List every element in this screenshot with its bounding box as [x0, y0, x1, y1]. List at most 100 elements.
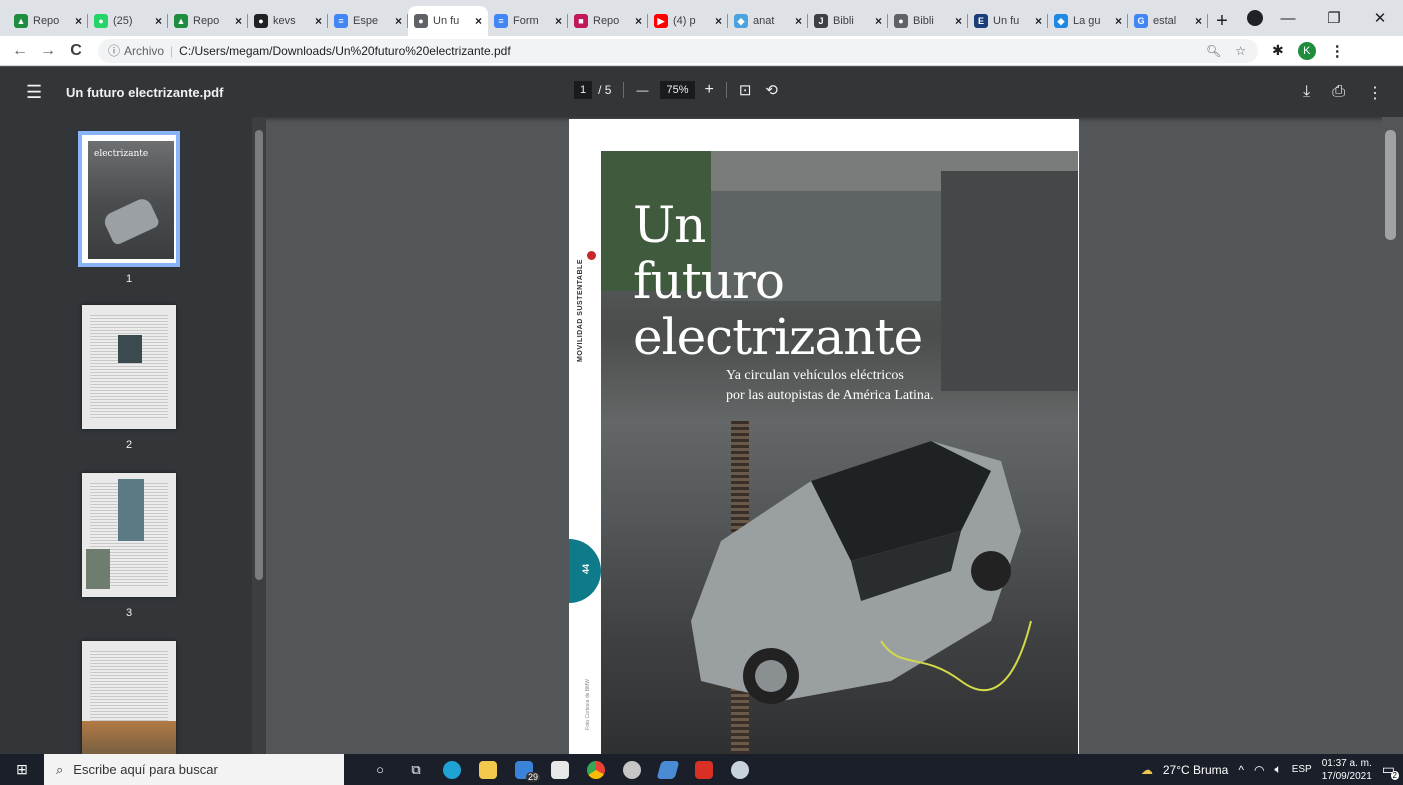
network-icon[interactable]: ◠: [1254, 763, 1264, 777]
menu-icon[interactable]: ☰: [26, 82, 50, 103]
zoom-input[interactable]: 75%: [660, 81, 695, 99]
tab-close-icon[interactable]: ×: [555, 14, 562, 28]
browser-tab[interactable]: ≡ Form ×: [488, 6, 568, 36]
rotate-icon[interactable]: ⟲: [765, 81, 778, 99]
notes-app-icon[interactable]: [650, 754, 686, 785]
thumbnail-number: 2: [125, 439, 133, 451]
address-bar[interactable]: ⓘ Archivo | C:/Users/megam/Downloads/Un%…: [98, 38, 1258, 63]
tab-favicon-icon: ●: [254, 14, 268, 28]
mail-icon[interactable]: 29: [506, 754, 542, 785]
tab-close-icon[interactable]: ×: [75, 14, 82, 28]
thumbnail-page-2[interactable]: [82, 305, 176, 429]
edge-icon[interactable]: [434, 754, 470, 785]
tab-favicon-icon: J: [814, 14, 828, 28]
document-title: Un futuro electrizante.pdf: [66, 84, 224, 100]
browser-tab[interactable]: ● kevs ×: [248, 6, 328, 36]
taskbar-search[interactable]: ⌕ Escribe aquí para buscar: [44, 754, 344, 785]
browser-tab[interactable]: ● (25) ×: [88, 6, 168, 36]
tab-close-icon[interactable]: ×: [155, 14, 162, 28]
browser-tab[interactable]: Gestal ×: [1128, 6, 1208, 36]
tab-close-icon[interactable]: ×: [635, 14, 642, 28]
volume-icon[interactable]: 🔈︎: [1274, 762, 1281, 777]
tab-close-icon[interactable]: ×: [875, 14, 882, 28]
tab-favicon-icon: G: [1134, 14, 1148, 28]
thumbnail-page-3[interactable]: [82, 473, 176, 597]
acrobat-icon[interactable]: [686, 754, 722, 785]
browser-tab[interactable]: ≡ Espe ×: [328, 6, 408, 36]
browser-tab[interactable]: ◆ La gu ×: [1048, 6, 1128, 36]
photo-credit: Foto Cortesía de BMW: [585, 679, 591, 730]
forward-button[interactable]: →: [34, 42, 62, 60]
maximize-button[interactable]: ❐: [1311, 9, 1357, 27]
toolbar-divider: [725, 82, 727, 98]
thumbnail-portrait: [118, 335, 142, 363]
file-explorer-icon[interactable]: [470, 754, 506, 785]
language-indicator[interactable]: ESP: [1292, 764, 1312, 775]
task-view-icon[interactable]: ⧉: [398, 754, 434, 785]
tray-chevron-icon[interactable]: ^: [1238, 763, 1244, 777]
bookmark-star-icon[interactable]: ☆: [1235, 44, 1246, 58]
store-icon[interactable]: [542, 754, 578, 785]
thumbnail-page-1[interactable]: electrizante: [78, 131, 180, 267]
browser-tab[interactable]: ▶ (4) p ×: [648, 6, 728, 36]
browser-tab[interactable]: ▲ Repo ×: [168, 6, 248, 36]
browser-tab[interactable]: ■ Repo ×: [568, 6, 648, 36]
tab-close-icon[interactable]: ×: [395, 14, 402, 28]
browser-tab[interactable]: ◆ anat ×: [728, 6, 808, 36]
article-subtitle-line: Ya circulan vehículos eléctricos: [726, 368, 904, 383]
fit-page-icon[interactable]: ⊡: [739, 81, 752, 99]
tab-close-icon[interactable]: ×: [1195, 14, 1202, 28]
thumbnail-portrait: [118, 479, 144, 541]
new-tab-button[interactable]: +: [1208, 6, 1236, 36]
paint-app-icon[interactable]: [722, 754, 758, 785]
tab-close-icon[interactable]: ×: [475, 14, 482, 28]
thumbnail-page-4[interactable]: [82, 641, 176, 754]
taskbar-search-placeholder: Escribe aquí para buscar: [73, 762, 218, 777]
article-subtitle: Ya circulan vehículos eléctricos por las…: [726, 366, 934, 406]
print-icon[interactable]: ⎙: [1332, 83, 1345, 103]
browser-tab[interactable]: ▲ Repo ×: [8, 6, 88, 36]
windows-start-icon[interactable]: ⊞: [0, 761, 44, 778]
browser-menu-icon[interactable]: ⋮: [1330, 42, 1345, 60]
profile-avatar[interactable]: K: [1297, 41, 1316, 60]
browser-tab[interactable]: ● Bibli ×: [888, 6, 968, 36]
tab-close-icon[interactable]: ×: [235, 14, 242, 28]
back-button[interactable]: ←: [6, 42, 34, 60]
main-scrollbar-thumb[interactable]: [1385, 130, 1396, 240]
site-info-icon[interactable]: ⓘ: [108, 42, 120, 59]
chrome-icon[interactable]: [578, 754, 614, 785]
extensions-icon[interactable]: ✱: [1272, 42, 1284, 59]
minimize-button[interactable]: —: [1265, 10, 1311, 27]
zoom-in-button[interactable]: +: [705, 81, 714, 99]
zoom-icon[interactable]: 🔍︎: [1206, 44, 1221, 58]
cortana-icon[interactable]: ○: [362, 754, 398, 785]
zoom-out-button[interactable]: —: [636, 83, 648, 97]
tab-favicon-icon: ■: [574, 14, 588, 28]
tab-close-icon[interactable]: ×: [1035, 14, 1042, 28]
browser-tab[interactable]: J Bibli ×: [808, 6, 888, 36]
download-icon[interactable]: ⤓: [1303, 83, 1310, 103]
more-actions-icon[interactable]: ⋮: [1367, 83, 1383, 103]
chrome-profile-icon[interactable]: [614, 754, 650, 785]
mail-badge: 29: [525, 772, 540, 782]
weather-text[interactable]: 27°C Bruma: [1163, 763, 1229, 777]
browser-tab[interactable]: ● Un fu ×: [408, 6, 488, 36]
reload-button[interactable]: C: [62, 42, 90, 60]
tab-close-icon[interactable]: ×: [715, 14, 722, 28]
sidebar-scrollbar-thumb[interactable]: [255, 130, 263, 580]
browser-profile-icon[interactable]: [1247, 10, 1263, 26]
browser-tab[interactable]: E Un fu ×: [968, 6, 1048, 36]
system-tray: ☁ 27°C Bruma ^ ◠ 🔈︎ ESP 01:37 a. m. 17/0…: [1141, 754, 1403, 785]
close-window-button[interactable]: ✕: [1357, 9, 1403, 27]
tab-favicon-icon: ≡: [334, 14, 348, 28]
tab-close-icon[interactable]: ×: [315, 14, 322, 28]
tab-close-icon[interactable]: ×: [955, 14, 962, 28]
clock[interactable]: 01:37 a. m. 17/09/2021: [1322, 757, 1372, 783]
tab-close-icon[interactable]: ×: [1115, 14, 1122, 28]
page-number-input[interactable]: 1: [574, 81, 593, 99]
notifications-icon[interactable]: ▭ 2: [1382, 761, 1399, 780]
article-subtitle-line: por las autopistas de América Latina.: [726, 388, 934, 403]
url-text[interactable]: C:/Users/megam/Downloads/Un%20futuro%20e…: [179, 44, 511, 58]
tab-close-icon[interactable]: ×: [795, 14, 802, 28]
tab-favicon-icon: ●: [94, 14, 108, 28]
